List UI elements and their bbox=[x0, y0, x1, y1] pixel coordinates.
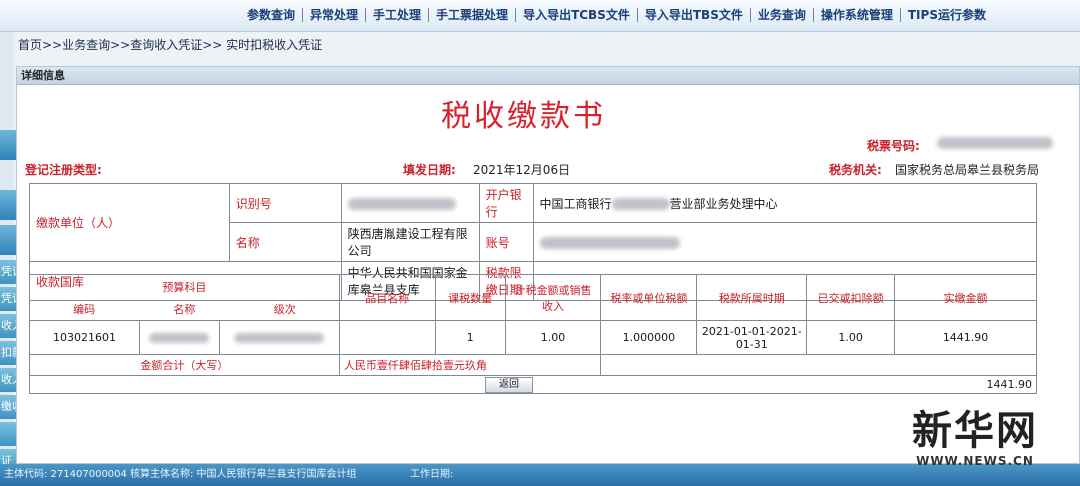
sidebar-tab[interactable] bbox=[0, 130, 16, 160]
total-blank bbox=[600, 354, 1037, 376]
menu-exception[interactable]: 异常处理 bbox=[303, 8, 367, 22]
col-taxable: 计税金额或销售收入 bbox=[504, 274, 602, 321]
total-label: 金额合计（大写） bbox=[29, 354, 340, 376]
status-code: 主体代码: 271407000004 bbox=[4, 469, 127, 480]
budget-header: 预算科目 编码 名称 级次 bbox=[29, 274, 340, 321]
name-label: 名称 bbox=[228, 222, 342, 262]
budget-label: 预算科目 bbox=[162, 280, 207, 294]
bank-suffix: 营业部业务处理中心 bbox=[669, 196, 778, 211]
id-value bbox=[340, 183, 480, 223]
status-work-date: 工作日期: bbox=[410, 469, 454, 480]
ticket-no-redacted bbox=[937, 137, 1053, 149]
payer-label: 缴款单位（人） bbox=[29, 183, 230, 262]
total-amount: 1441.90 bbox=[29, 375, 1037, 394]
news-watermark: 新华网 WWW.NEWS.CN bbox=[912, 398, 1038, 468]
id-label: 识别号 bbox=[228, 183, 342, 223]
name-redacted bbox=[149, 333, 210, 343]
fill-date-value: 2021年12月06日 bbox=[473, 163, 571, 177]
account-label: 账号 bbox=[478, 222, 534, 262]
col-code: 编码 bbox=[73, 302, 96, 316]
table-row: 103021601 1 1.00 1.000000 2021-01-01-202… bbox=[29, 320, 1037, 355]
cell-taxable: 1.00 bbox=[504, 320, 602, 355]
col-rate: 税率或单位税额 bbox=[600, 274, 698, 321]
col-paid: 已交或扣除额 bbox=[806, 274, 896, 321]
status-account: 核算主体名称: 中国人民银行皋兰县支行国库会计组 bbox=[130, 469, 357, 480]
account-value bbox=[532, 222, 1038, 262]
col-period: 税款所属时期 bbox=[696, 274, 808, 321]
cell-item bbox=[338, 320, 436, 355]
col-item: 品目名称 bbox=[338, 274, 436, 321]
tax-office-label: 税务机关: bbox=[829, 163, 882, 177]
name-value: 陕西唐胤建设工程有限公司 bbox=[340, 222, 480, 262]
cell-name bbox=[138, 320, 220, 355]
cell-level bbox=[218, 320, 340, 355]
fill-date-label: 填发日期: bbox=[403, 163, 456, 177]
reg-type-label: 登记注册类型: bbox=[25, 163, 102, 177]
document-title: 税收缴款书 bbox=[441, 99, 606, 134]
watermark-url: WWW.NEWS.CN bbox=[916, 454, 1034, 468]
cell-actual: 1441.90 bbox=[894, 320, 1037, 355]
top-menu: 参数查询 异常处理 手工处理 手工票据处理 导入导出TCBS文件 导入导出TBS… bbox=[240, 8, 993, 22]
panel-header: 详细信息 bbox=[17, 67, 1079, 85]
account-redacted bbox=[539, 236, 680, 249]
cell-rate: 1.000000 bbox=[600, 320, 698, 355]
menu-tbs-file[interactable]: 导入导出TBS文件 bbox=[638, 8, 751, 22]
menu-manual-ticket[interactable]: 手工票据处理 bbox=[429, 8, 517, 22]
col-qty: 课税数量 bbox=[434, 274, 506, 321]
watermark-logo: 新华网 bbox=[912, 408, 1038, 454]
menu-business-query[interactable]: 业务查询 bbox=[751, 8, 814, 22]
menu-param-query[interactable]: 参数查询 bbox=[240, 8, 304, 22]
cell-code: 103021601 bbox=[29, 320, 140, 355]
col-actual: 实缴金额 bbox=[894, 274, 1037, 321]
sidebar-tab[interactable] bbox=[0, 225, 16, 255]
menu-system-admin[interactable]: 操作系统管理 bbox=[814, 8, 901, 22]
bank-label: 开户银行 bbox=[478, 183, 534, 223]
bank-redacted bbox=[611, 198, 670, 210]
col-level: 级次 bbox=[273, 302, 296, 316]
sidebar-tab[interactable] bbox=[0, 190, 16, 220]
cell-qty: 1 bbox=[434, 320, 506, 355]
back-button[interactable]: 返回 bbox=[485, 377, 533, 393]
top-navigation: 参数查询 异常处理 手工处理 手工票据处理 导入导出TCBS文件 导入导出TBS… bbox=[0, 0, 1080, 32]
bank-value: 中国工商银行 营业部业务处理中心 bbox=[532, 183, 1038, 223]
cell-paid: 1.00 bbox=[806, 320, 896, 355]
menu-tips-params[interactable]: TIPS运行参数 bbox=[901, 8, 993, 22]
cell-period: 2021-01-01-2021-01-31 bbox=[696, 320, 808, 355]
menu-manual[interactable]: 手工处理 bbox=[366, 8, 430, 22]
ticket-no-label: 税票号码: bbox=[867, 139, 920, 153]
id-redacted bbox=[347, 197, 456, 210]
col-name: 名称 bbox=[173, 302, 196, 316]
total-words: 人民币壹仟肆佰肆拾壹元玖角 bbox=[338, 354, 602, 376]
tax-office-value: 国家税务总局皋兰县税务局 bbox=[895, 163, 1040, 177]
level-redacted bbox=[234, 333, 325, 343]
tax-detail-table: 预算科目 编码 名称 级次 品目名称 课税数量 计税金额或销售收入 税率或单位税… bbox=[29, 274, 1037, 394]
menu-tcbs-file[interactable]: 导入导出TCBS文件 bbox=[516, 8, 638, 22]
bank-prefix: 中国工商银行 bbox=[539, 196, 612, 211]
breadcrumb: 首页>>业务查询>>查询收入凭证>> 实时扣税收入凭证 bbox=[18, 38, 323, 52]
